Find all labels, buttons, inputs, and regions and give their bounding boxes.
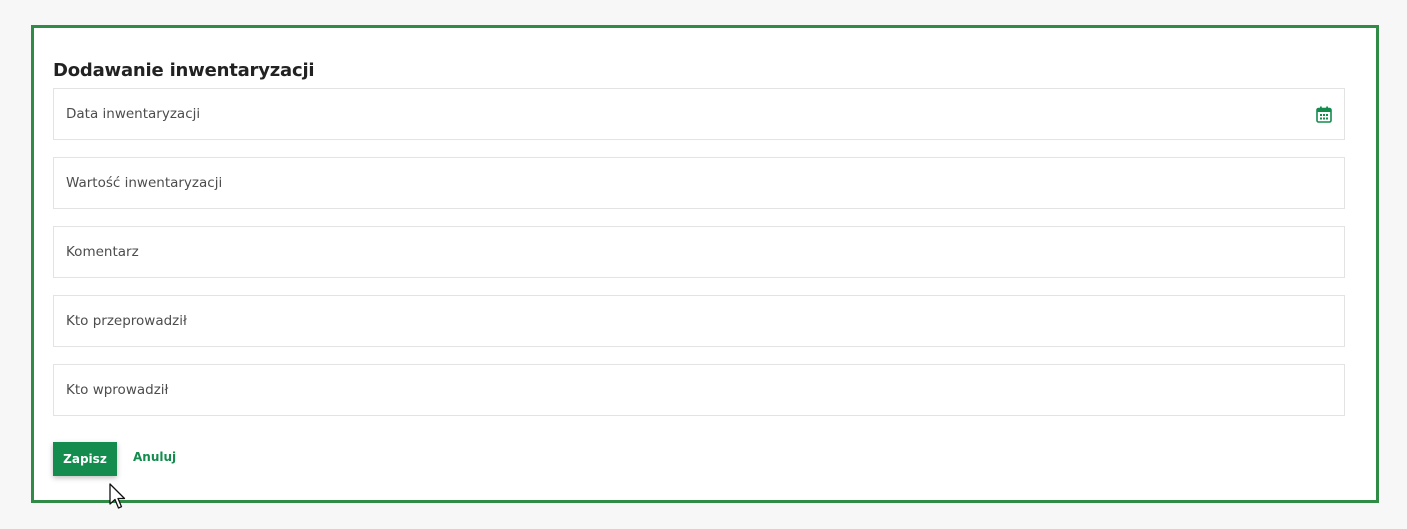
comment-field[interactable]: Komentarz [53,226,1345,278]
save-button[interactable]: Zapisz [53,442,117,476]
inventory-date-label: Data inwentaryzacji [66,106,201,122]
inventory-value-label: Wartość inwentaryzacji [66,175,223,191]
form-title: Dodawanie inwentaryzacji [53,60,315,81]
cancel-link[interactable]: Anuluj [133,450,176,464]
inventory-date-field[interactable]: Data inwentaryzacji [53,88,1345,140]
calendar-icon[interactable] [1316,106,1332,123]
entered-by-field[interactable]: Kto wprowadził [53,364,1345,416]
comment-label: Komentarz [66,244,139,260]
conducted-by-label: Kto przeprowadził [66,313,187,329]
mouse-pointer-icon [109,483,126,509]
inventory-value-field[interactable]: Wartość inwentaryzacji [53,157,1345,209]
inventory-form-panel: Dodawanie inwentaryzacji Data inwentaryz… [31,25,1379,503]
entered-by-label: Kto wprowadził [66,382,169,398]
conducted-by-field[interactable]: Kto przeprowadził [53,295,1345,347]
